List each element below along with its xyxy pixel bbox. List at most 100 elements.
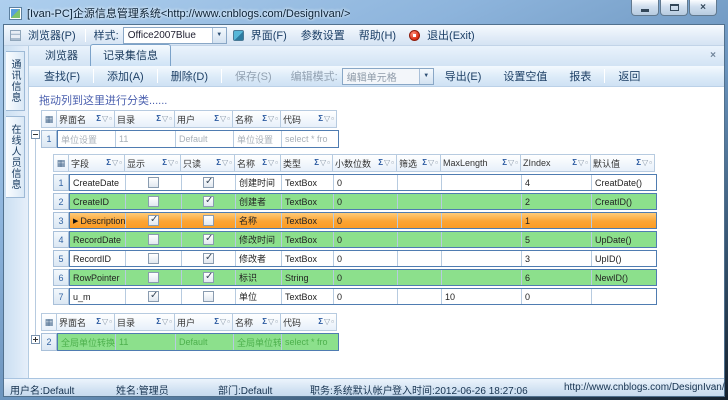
sum-icon[interactable]: Σ <box>262 115 267 123</box>
grid-cell[interactable]: Default <box>176 131 234 147</box>
sidebar-tab-online-users[interactable]: 在线人员信息 <box>6 116 25 198</box>
filter-icon[interactable]: ▽ <box>320 159 326 167</box>
sum-filter-pin-icons[interactable]: Σ▽▫ <box>318 115 334 123</box>
grid-cell[interactable] <box>182 270 236 285</box>
pin-icon[interactable]: ▫ <box>435 159 438 167</box>
grid-cell[interactable]: 创建者 <box>236 194 282 209</box>
table-row[interactable]: 6RowPointer标识String06NewID() <box>53 269 724 286</box>
sum-filter-pin-icons[interactable]: Σ▽▫ <box>214 115 230 123</box>
row-indicator[interactable]: 4 <box>53 231 69 248</box>
grid-cell[interactable]: 创建时间 <box>236 175 282 190</box>
grid-cell[interactable]: 0 <box>334 232 398 247</box>
grid-cell[interactable] <box>398 270 442 285</box>
grid-customize-button[interactable]: ▦ <box>41 313 57 331</box>
grid-cell[interactable]: TextBox <box>282 251 334 266</box>
grid-cell[interactable]: CreateID <box>70 194 126 209</box>
column-header[interactable]: 目录Σ▽▫ <box>115 313 175 331</box>
sum-filter-pin-icons[interactable]: Σ▽▫ <box>378 159 394 167</box>
sum-icon[interactable]: Σ <box>96 318 101 326</box>
menu-browser[interactable]: 浏览器(P) <box>21 27 83 43</box>
grid-cell[interactable]: CreateDate <box>70 175 126 190</box>
chevron-down-icon[interactable]: ▼ <box>212 28 226 43</box>
grid-cell[interactable] <box>126 251 182 266</box>
pin-icon[interactable]: ▫ <box>275 318 278 326</box>
column-header[interactable]: ZIndexΣ▽▫ <box>521 154 591 172</box>
table-row[interactable]: 2CreateID创建者TextBox02CreatID() <box>53 193 724 210</box>
grid-cell[interactable] <box>442 194 522 209</box>
sum-icon[interactable]: Σ <box>262 318 267 326</box>
sum-filter-pin-icons[interactable]: Σ▽▫ <box>572 159 588 167</box>
grid-cell[interactable] <box>398 194 442 209</box>
sum-filter-pin-icons[interactable]: Σ▽▫ <box>106 159 122 167</box>
grid-cell[interactable]: 3 <box>522 251 592 266</box>
filter-icon[interactable]: ▽ <box>220 115 226 123</box>
checkbox[interactable] <box>203 291 214 302</box>
column-header[interactable]: 用户Σ▽▫ <box>175 110 233 128</box>
chevron-down-icon[interactable]: ▼ <box>419 69 433 84</box>
checkbox[interactable] <box>203 177 214 188</box>
grid-cell[interactable]: ▶Description <box>70 213 126 228</box>
table-row[interactable]: 3▶Description名称TextBox01 <box>53 212 724 229</box>
grid-cell[interactable]: 名称 <box>236 213 282 228</box>
grid-cell[interactable] <box>126 213 182 228</box>
menu-help[interactable]: 帮助(H) <box>352 27 403 43</box>
checkbox[interactable] <box>203 272 214 283</box>
row-indicator[interactable]: 5 <box>53 250 69 267</box>
status-url[interactable]: http://www.cnblogs.com/DesignIvan/ <box>564 382 725 393</box>
grid-cell[interactable]: TextBox <box>282 175 334 190</box>
grid-cell[interactable]: TextBox <box>282 289 334 304</box>
checkbox[interactable] <box>203 196 214 207</box>
filter-icon[interactable]: ▽ <box>508 159 514 167</box>
grid-cell[interactable]: RecordDate <box>70 232 126 247</box>
sum-icon[interactable]: Σ <box>378 159 383 167</box>
sum-filter-pin-icons[interactable]: Σ▽▫ <box>96 318 112 326</box>
pin-icon[interactable]: ▫ <box>175 159 178 167</box>
checkbox[interactable] <box>148 234 159 245</box>
column-header[interactable]: 只读Σ▽▫ <box>181 154 235 172</box>
sum-icon[interactable]: Σ <box>216 159 221 167</box>
grid-cell[interactable]: 2 <box>522 194 592 209</box>
grid-cell[interactable]: 0 <box>334 213 398 228</box>
column-header[interactable]: 类型Σ▽▫ <box>281 154 333 172</box>
pin-icon[interactable]: ▫ <box>649 159 652 167</box>
table-row[interactable]: 7u_m单位TextBox0100 <box>53 288 724 305</box>
grid-cell[interactable] <box>126 232 182 247</box>
grid-cell[interactable] <box>182 194 236 209</box>
filter-icon[interactable]: ▽ <box>222 159 228 167</box>
delete-button[interactable]: 删除(D) <box>160 68 219 84</box>
grid-cell[interactable]: 全局单位转换 <box>58 334 116 350</box>
sum-filter-pin-icons[interactable]: Σ▽▫ <box>318 318 334 326</box>
sum-filter-pin-icons[interactable]: Σ▽▫ <box>156 318 172 326</box>
grid-cell[interactable]: 4 <box>522 175 592 190</box>
grid-cell[interactable]: TextBox <box>282 213 334 228</box>
pin-icon[interactable]: ▫ <box>331 318 334 326</box>
find-button[interactable]: 查找(F) <box>33 68 91 84</box>
style-combobox[interactable]: Office2007Blue ▼ <box>123 27 227 44</box>
pin-icon[interactable]: ▫ <box>275 159 278 167</box>
sum-icon[interactable]: Σ <box>502 159 507 167</box>
sum-filter-pin-icons[interactable]: Σ▽▫ <box>262 159 278 167</box>
row-indicator[interactable]: 2 <box>53 193 69 210</box>
sum-filter-pin-icons[interactable]: Σ▽▫ <box>162 159 178 167</box>
grid-cell[interactable]: u_m <box>70 289 126 304</box>
grid-cell[interactable]: 0 <box>522 289 592 304</box>
grid-cell[interactable] <box>182 213 236 228</box>
sum-icon[interactable]: Σ <box>96 115 101 123</box>
close-button[interactable]: × <box>689 0 717 16</box>
grid-cell[interactable]: select * fro <box>282 131 338 147</box>
column-header[interactable]: 代码Σ▽▫ <box>281 313 337 331</box>
grid-customize-button[interactable]: ▦ <box>53 154 69 172</box>
grid-cell[interactable]: 单位设置 <box>58 131 116 147</box>
sum-icon[interactable]: Σ <box>214 115 219 123</box>
filter-icon[interactable]: ▽ <box>162 115 168 123</box>
sum-icon[interactable]: Σ <box>214 318 219 326</box>
filter-icon[interactable]: ▽ <box>642 159 648 167</box>
edit-mode-combobox[interactable]: 编辑单元格 ▼ <box>342 68 434 85</box>
checkbox[interactable] <box>148 177 159 188</box>
sum-icon[interactable]: Σ <box>162 159 167 167</box>
report-button[interactable]: 报表 <box>558 68 602 84</box>
menu-ui[interactable]: 界面(F) <box>244 27 294 43</box>
grid-cell[interactable] <box>592 289 656 304</box>
grid-cell[interactable] <box>398 213 442 228</box>
menu-exit[interactable]: 退出(Exit) <box>420 27 482 43</box>
